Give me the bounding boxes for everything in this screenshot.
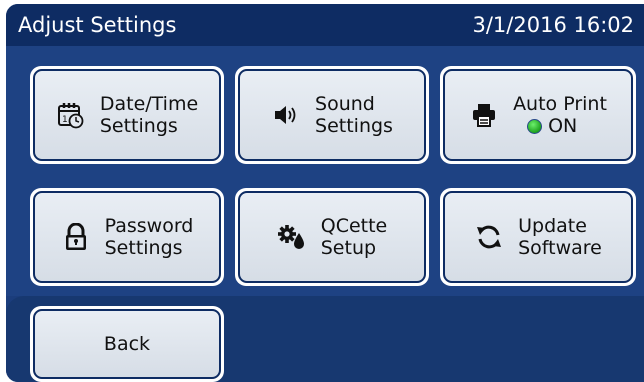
password-settings-button[interactable]: Password Settings bbox=[30, 188, 224, 286]
title-bar: Adjust Settings 3/1/2016 16:02 bbox=[6, 4, 644, 46]
page-title: Adjust Settings bbox=[18, 13, 177, 37]
sound-line1: Sound bbox=[315, 93, 375, 115]
speaker-icon bbox=[271, 100, 301, 130]
password-line2: Settings bbox=[104, 237, 183, 259]
qcette-setup-button[interactable]: QCette Setup bbox=[235, 188, 429, 286]
refresh-icon bbox=[474, 222, 504, 252]
auto-print-status-text: ON bbox=[548, 115, 578, 137]
auto-print-status: ON bbox=[527, 115, 607, 137]
update-line2: Software bbox=[518, 237, 602, 259]
datetime-line1: Date/Time bbox=[99, 93, 199, 115]
lock-icon bbox=[61, 222, 91, 252]
auto-print-button[interactable]: Auto Print ON bbox=[440, 66, 636, 164]
update-software-button[interactable]: Update Software bbox=[440, 188, 636, 286]
calendar-clock-icon: 1 bbox=[56, 100, 86, 130]
status-led-icon bbox=[527, 118, 543, 134]
datetime-display: 3/1/2016 16:02 bbox=[472, 13, 634, 37]
datetime-settings-button[interactable]: 1 Date/Time Settings bbox=[30, 66, 224, 164]
svg-text:1: 1 bbox=[62, 115, 68, 125]
gear-drop-icon bbox=[277, 222, 307, 252]
back-label: Back bbox=[103, 333, 151, 355]
settings-screen: Adjust Settings 3/1/2016 16:02 1 Date/Ti bbox=[6, 4, 644, 382]
update-line1: Update bbox=[518, 215, 587, 237]
back-button[interactable]: Back bbox=[30, 306, 224, 382]
printer-icon bbox=[469, 100, 499, 130]
sound-line2: Settings bbox=[315, 115, 393, 137]
auto-print-line1: Auto Print bbox=[513, 93, 607, 115]
qcette-line1: QCette bbox=[320, 215, 388, 237]
qcette-line2: Setup bbox=[320, 237, 377, 259]
password-line1: Password bbox=[104, 215, 194, 237]
sound-settings-button[interactable]: Sound Settings bbox=[235, 66, 429, 164]
datetime-line2: Settings bbox=[99, 115, 178, 137]
